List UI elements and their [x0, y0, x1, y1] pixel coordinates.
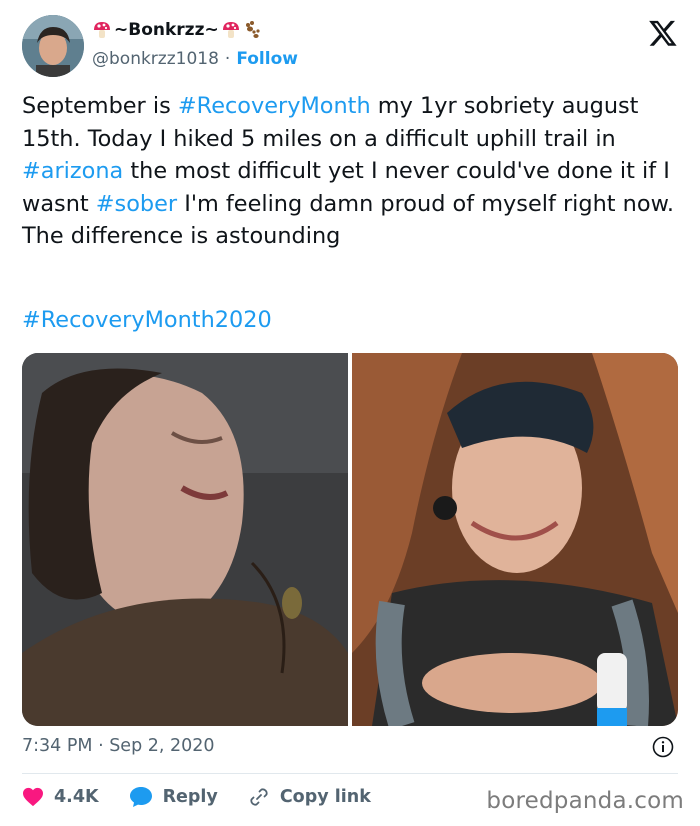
mushroom-icon: [92, 20, 112, 40]
author-name-row[interactable]: ~Bonkrzz~: [92, 20, 261, 40]
reply-bubble-icon: [129, 787, 152, 807]
tweet-actions: 4.4K Reply Copy link: [22, 786, 401, 808]
like-button[interactable]: 4.4K: [22, 787, 99, 807]
tweet-media[interactable]: [22, 353, 678, 726]
paw-prints-icon: [243, 20, 261, 40]
hashtag-link[interactable]: #arizona: [22, 158, 123, 184]
copy-link-button[interactable]: Copy link: [248, 786, 371, 808]
reply-label: Reply: [162, 787, 218, 807]
copy-link-label: Copy link: [279, 787, 371, 807]
avatar[interactable]: [22, 15, 84, 77]
tweet-timestamp[interactable]: 7:34 PM · Sep 2, 2020: [22, 736, 215, 756]
divider: [22, 773, 678, 774]
like-count: 4.4K: [54, 787, 99, 807]
separator-dot: ·: [224, 49, 231, 69]
info-icon[interactable]: [652, 736, 674, 758]
author-handle[interactable]: @bonkrzz1018: [92, 49, 219, 69]
hashtag-link[interactable]: #sober: [96, 191, 177, 217]
mushroom-icon: [221, 20, 241, 40]
hashtag-link[interactable]: #RecoveryMonth: [178, 93, 371, 119]
before-photo[interactable]: [22, 353, 348, 726]
hashtag-recoverymonth2020[interactable]: #RecoveryMonth2020: [22, 307, 272, 333]
reply-button[interactable]: Reply: [129, 786, 218, 808]
follow-button[interactable]: Follow: [236, 49, 298, 69]
author-handle-row: @bonkrzz1018 · Follow: [92, 49, 298, 69]
tweet-text: September is #RecoveryMonth my 1yr sobri…: [22, 90, 682, 253]
x-logo-icon[interactable]: [648, 18, 678, 48]
author-display-name[interactable]: ~Bonkrzz~: [114, 20, 219, 40]
watermark: boredpanda.com: [486, 788, 684, 814]
heart-icon: [23, 787, 43, 807]
link-icon: [250, 788, 268, 806]
tweet-text-segment: September is: [22, 93, 178, 119]
after-photo[interactable]: [352, 353, 678, 726]
